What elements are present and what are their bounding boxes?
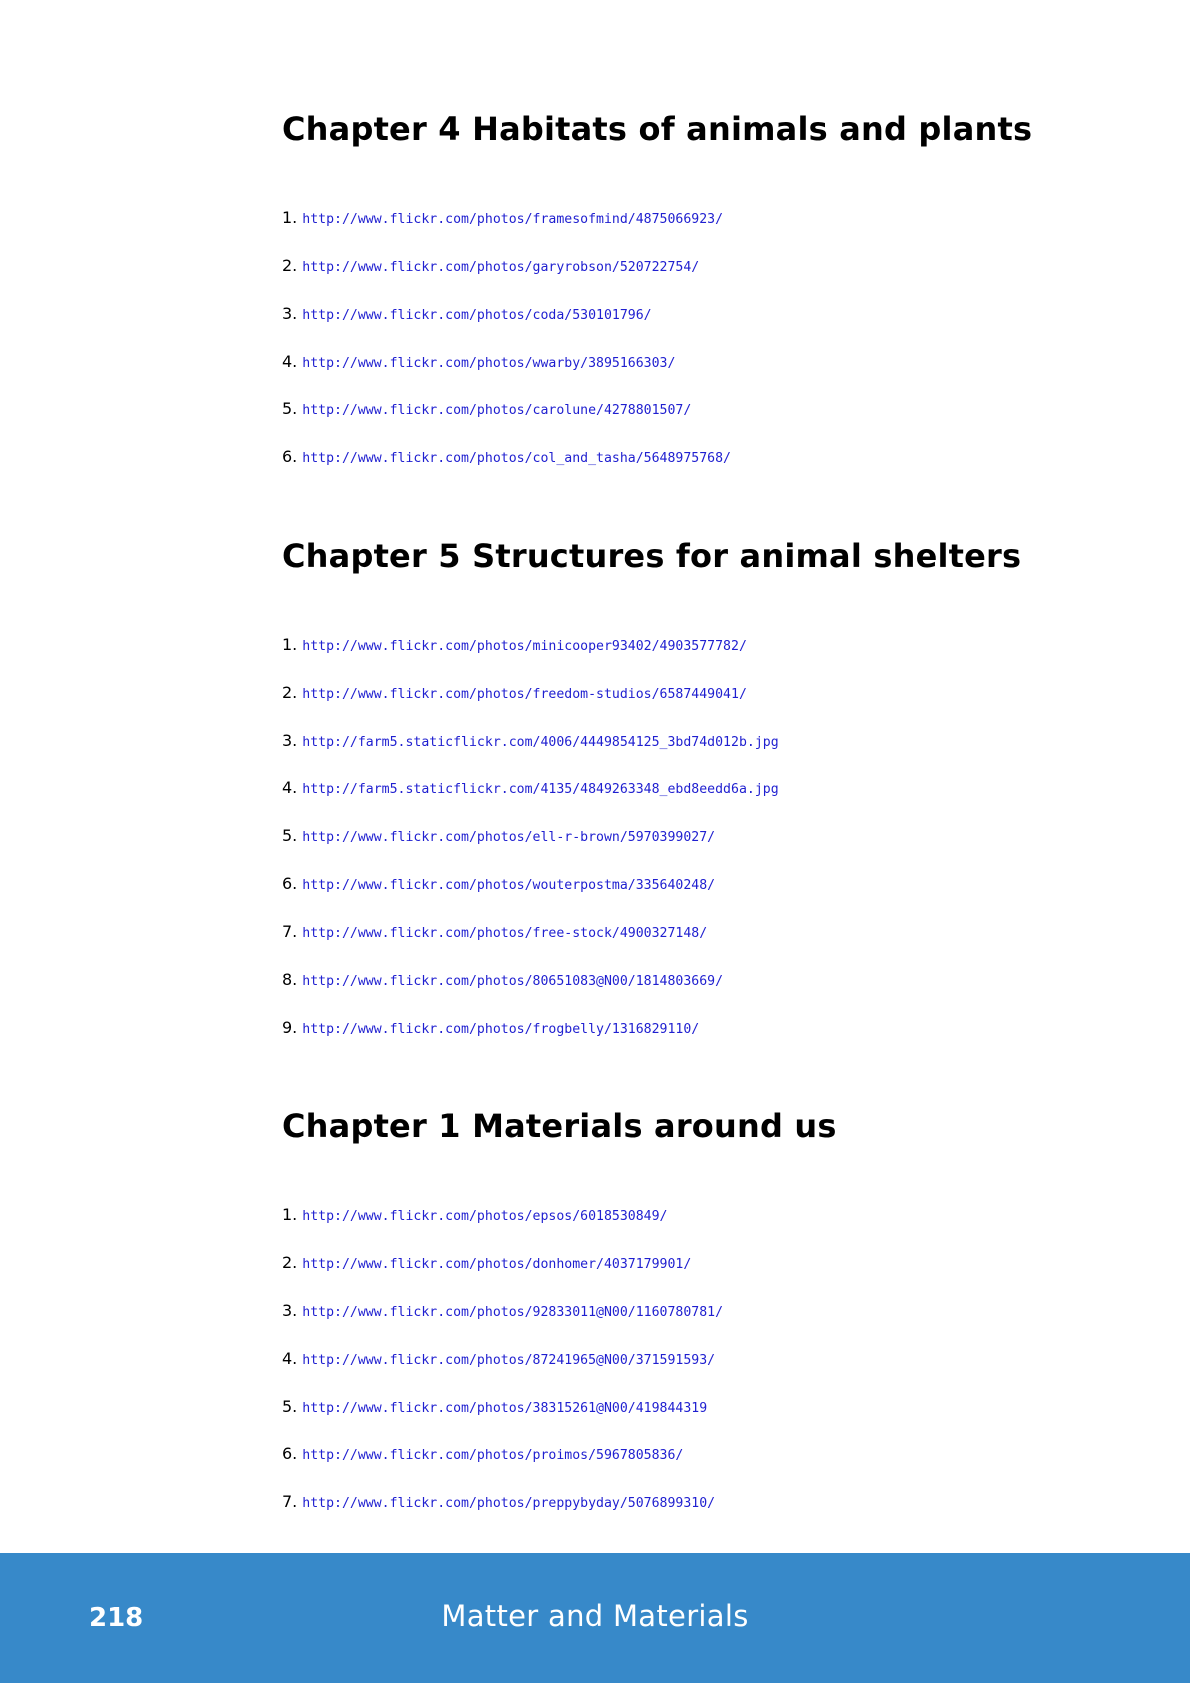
reference-link[interactable]: http://www.flickr.com/photos/wouterpostm… [302, 878, 715, 893]
reference-link[interactable]: http://www.flickr.com/photos/proimos/596… [302, 1448, 683, 1463]
item-number: 6. [282, 447, 298, 466]
chapter-1-title: Chapter 1 Materials around us [282, 1107, 837, 1145]
item-number: 1. [282, 1205, 298, 1224]
item-number: 7. [282, 922, 298, 941]
reference-link[interactable]: http://farm5.staticflickr.com/4006/44498… [302, 735, 778, 750]
reference-link[interactable]: http://www.flickr.com/photos/coda/530101… [302, 308, 651, 323]
item-number: 3. [282, 731, 298, 750]
reference-link[interactable]: http://www.flickr.com/photos/col_and_tas… [302, 451, 731, 466]
list-item: 2. http://www.flickr.com/photos/donhomer/… [282, 1251, 691, 1275]
list-item: 5. http://www.flickr.com/photos/ell-r-bro… [282, 824, 715, 848]
reference-link[interactable]: http://www.flickr.com/photos/freedom-stu… [302, 687, 747, 702]
item-number: 4. [282, 1349, 298, 1368]
list-item: 6. http://www.flickr.com/photos/col_and_t… [282, 445, 731, 469]
list-item: 7. http://www.flickr.com/photos/preppybyd… [282, 1490, 715, 1514]
list-item: 3. http://www.flickr.com/photos/coda/5301… [282, 302, 652, 326]
item-number: 2. [282, 256, 298, 275]
item-number: 5. [282, 399, 298, 418]
list-item: 7. http://www.flickr.com/photos/free-stoc… [282, 920, 707, 944]
item-number: 1. [282, 208, 298, 227]
list-item: 2. http://www.flickr.com/photos/garyrobso… [282, 254, 699, 278]
item-number: 2. [282, 683, 298, 702]
reference-link[interactable]: http://www.flickr.com/photos/80651083@N0… [302, 974, 723, 989]
list-item: 3. http://www.flickr.com/photos/92833011@… [282, 1299, 723, 1323]
list-item: 8. http://www.flickr.com/photos/80651083@… [282, 968, 723, 992]
item-number: 5. [282, 1397, 298, 1416]
item-number: 2. [282, 1253, 298, 1272]
item-number: 9. [282, 1018, 298, 1037]
item-number: 7. [282, 1492, 298, 1511]
list-item: 1. http://www.flickr.com/photos/framesofm… [282, 206, 723, 230]
chapter-4-title: Chapter 4 Habitats of animals and plants [282, 110, 1033, 148]
item-number: 6. [282, 874, 298, 893]
item-number: 3. [282, 1301, 298, 1320]
list-item: 4. http://www.flickr.com/photos/wwarby/38… [282, 350, 675, 374]
reference-link[interactable]: http://www.flickr.com/photos/donhomer/40… [302, 1257, 691, 1272]
list-item: 4. http://www.flickr.com/photos/87241965@… [282, 1347, 715, 1371]
item-number: 4. [282, 352, 298, 371]
reference-link[interactable]: http://www.flickr.com/photos/frogbelly/1… [302, 1022, 699, 1037]
reference-link[interactable]: http://www.flickr.com/photos/preppybyday… [302, 1496, 715, 1511]
reference-link[interactable]: http://www.flickr.com/photos/free-stock/… [302, 926, 707, 941]
reference-link[interactable]: http://www.flickr.com/photos/carolune/42… [302, 403, 691, 418]
item-number: 1. [282, 635, 298, 654]
reference-link[interactable]: http://www.flickr.com/photos/38315261@N0… [302, 1401, 707, 1416]
reference-link[interactable]: http://www.flickr.com/photos/minicooper9… [302, 639, 747, 654]
list-item: 1. http://www.flickr.com/photos/minicoope… [282, 633, 747, 657]
reference-link[interactable]: http://www.flickr.com/photos/garyrobson/… [302, 260, 699, 275]
page-footer: 218 Matter and Materials [0, 1553, 1190, 1683]
book-title: Matter and Materials [441, 1599, 749, 1633]
list-item: 5. http://www.flickr.com/photos/carolune/… [282, 397, 691, 421]
list-item: 6. http://www.flickr.com/photos/proimos/5… [282, 1442, 683, 1466]
item-number: 6. [282, 1444, 298, 1463]
list-item: 9. http://www.flickr.com/photos/frogbelly… [282, 1016, 699, 1040]
list-item: 6. http://www.flickr.com/photos/wouterpos… [282, 872, 715, 896]
item-number: 3. [282, 304, 298, 323]
list-item: 2. http://www.flickr.com/photos/freedom-s… [282, 681, 747, 705]
item-number: 8. [282, 970, 298, 989]
list-item: 5. http://www.flickr.com/photos/38315261@… [282, 1395, 707, 1419]
reference-link[interactable]: http://www.flickr.com/photos/87241965@N0… [302, 1353, 715, 1368]
list-item: 4. http://farm5.staticflickr.com/4135/484… [282, 776, 779, 800]
list-item: 3. http://farm5.staticflickr.com/4006/444… [282, 729, 779, 753]
reference-link[interactable]: http://www.flickr.com/photos/wwarby/3895… [302, 356, 675, 371]
reference-link[interactable]: http://farm5.staticflickr.com/4135/48492… [302, 782, 778, 797]
reference-link[interactable]: http://www.flickr.com/photos/epsos/60185… [302, 1209, 667, 1224]
chapter-5-title: Chapter 5 Structures for animal shelters [282, 537, 1022, 575]
reference-link[interactable]: http://www.flickr.com/photos/ell-r-brown… [302, 830, 715, 845]
list-item: 1. http://www.flickr.com/photos/epsos/601… [282, 1203, 668, 1227]
reference-link[interactable]: http://www.flickr.com/photos/framesofmin… [302, 212, 723, 227]
item-number: 4. [282, 778, 298, 797]
item-number: 5. [282, 826, 298, 845]
reference-link[interactable]: http://www.flickr.com/photos/92833011@N0… [302, 1305, 723, 1320]
